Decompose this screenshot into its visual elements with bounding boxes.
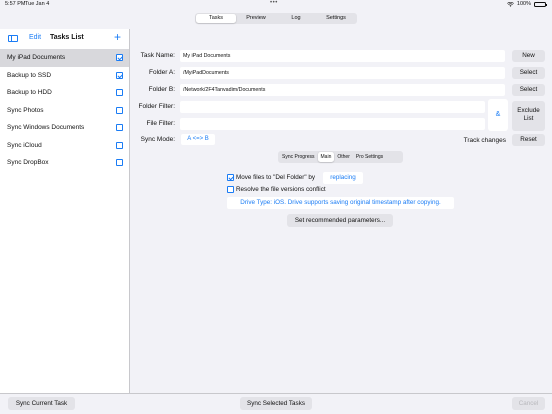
- task-name-field[interactable]: My iPad Documents: [180, 50, 505, 62]
- reset-button[interactable]: Reset: [512, 134, 545, 146]
- cancel-button[interactable]: Cancel: [512, 397, 545, 410]
- filter-operator-button[interactable]: &: [488, 99, 508, 131]
- exclude-list-line2: List: [523, 115, 534, 122]
- tab-settings[interactable]: Settings: [316, 14, 356, 23]
- folder-a-field[interactable]: /MyiPadDocuments: [180, 67, 505, 79]
- edit-button[interactable]: Edit: [29, 34, 41, 41]
- sidebar-title: Tasks List: [50, 34, 84, 41]
- track-changes-label: Track changes: [463, 137, 506, 144]
- move-files-checkbox[interactable]: [227, 174, 234, 181]
- tab-main[interactable]: Main: [317, 152, 335, 162]
- sync-selected-tasks-button[interactable]: Sync Selected Tasks: [240, 397, 312, 410]
- task-checkbox[interactable]: [116, 89, 123, 96]
- resolve-conflict-option[interactable]: Resolve the file versions conflict: [227, 186, 326, 193]
- tab-other[interactable]: Other: [334, 152, 353, 162]
- task-item-label: Backup to HDD: [7, 89, 52, 97]
- exclude-list-button[interactable]: Exclude List: [512, 101, 545, 131]
- folder-filter-field[interactable]: [180, 101, 485, 113]
- folder-a-label: Folder A:: [148, 69, 175, 76]
- sidebar-toggle-icon[interactable]: [8, 35, 18, 42]
- drive-type-info: Drive Type: iOS. Drive supports saving o…: [227, 197, 454, 209]
- bottom-toolbar: Sync Current Task Sync Selected Tasks Ca…: [0, 393, 552, 414]
- sync-mode-button[interactable]: A <=> B: [181, 134, 215, 145]
- battery-percent: 100%: [516, 1, 531, 7]
- task-list: My iPad Documents Backup to SSD Backup t…: [0, 49, 129, 172]
- exclude-list-line1: Exclude: [517, 107, 540, 114]
- move-files-label: Move files to "Del Folder" by: [236, 174, 316, 181]
- sidebar: Edit Tasks List + My iPad Documents Back…: [0, 29, 130, 394]
- wifi-icon: [507, 1, 514, 7]
- tab-sync-progress[interactable]: Sync Progress: [279, 152, 318, 162]
- task-item-label: Sync Photos: [7, 106, 44, 114]
- task-item-label: Sync Windows Documents: [7, 124, 85, 132]
- select-folder-a-button[interactable]: Select: [512, 67, 545, 79]
- folder-filter-label: Folder Filter:: [138, 103, 175, 110]
- options-tabs: Sync Progress Main Other Pro Settings: [278, 151, 403, 163]
- task-checkbox[interactable]: [116, 71, 123, 79]
- add-task-icon[interactable]: +: [114, 30, 121, 44]
- tab-pro-settings[interactable]: Pro Settings: [353, 152, 386, 162]
- task-item-label: Sync iCloud: [7, 141, 42, 149]
- file-filter-field[interactable]: [180, 118, 485, 130]
- replacing-button[interactable]: replacing: [323, 172, 363, 184]
- sync-mode-label: Sync Mode:: [140, 136, 175, 143]
- task-item-sync-icloud[interactable]: Sync iCloud: [0, 137, 129, 155]
- task-checkbox[interactable]: [116, 54, 123, 61]
- multitasking-dots-icon[interactable]: •••: [270, 0, 278, 6]
- folder-b-field[interactable]: /Network/2F4Tanvadim/Documents: [180, 84, 505, 96]
- main-tabs: Tasks Preview Log Settings: [195, 13, 357, 24]
- file-filter-label: File Filter:: [146, 120, 175, 127]
- task-item-label: My iPad Documents: [7, 54, 66, 62]
- tab-preview[interactable]: Preview: [236, 14, 276, 23]
- new-task-button[interactable]: New: [512, 50, 545, 62]
- folder-b-label: Folder B:: [148, 86, 175, 93]
- task-checkbox[interactable]: [116, 106, 123, 114]
- resolve-conflict-label: Resolve the file versions conflict: [236, 186, 326, 193]
- select-folder-b-button[interactable]: Select: [512, 84, 545, 96]
- battery-icon: [534, 1, 547, 7]
- task-item-sync-windows-documents[interactable]: Sync Windows Documents: [0, 119, 129, 137]
- task-item-label: Sync DropBox: [7, 159, 49, 167]
- task-checkbox[interactable]: [116, 159, 123, 166]
- task-item-sync-dropbox[interactable]: Sync DropBox: [0, 154, 129, 172]
- task-item-backup-to-hdd[interactable]: Backup to HDD: [0, 84, 129, 102]
- sync-current-task-button[interactable]: Sync Current Task: [8, 397, 75, 410]
- task-name-label: Task Name:: [140, 52, 175, 59]
- task-item-my-ipad-documents[interactable]: My iPad Documents: [0, 49, 129, 67]
- sidebar-header: Edit Tasks List +: [0, 29, 129, 49]
- set-recommended-button[interactable]: Set recommended parameters...: [287, 214, 393, 227]
- status-bar: 5:57 PM Tue Jan 4 ••• 100%: [0, 0, 552, 9]
- resolve-conflict-checkbox[interactable]: [227, 186, 234, 193]
- task-item-backup-to-ssd[interactable]: Backup to SSD: [0, 67, 129, 85]
- tab-tasks[interactable]: Tasks: [196, 14, 236, 23]
- task-checkbox[interactable]: [116, 141, 123, 149]
- task-item-label: Backup to SSD: [7, 71, 52, 79]
- task-checkbox[interactable]: [116, 124, 123, 131]
- status-date: Tue Jan 4: [25, 1, 50, 7]
- status-time: 5:57 PM: [5, 1, 26, 7]
- tab-log[interactable]: Log: [276, 14, 316, 23]
- move-files-option[interactable]: Move files to "Del Folder" by: [227, 174, 315, 181]
- task-item-sync-photos[interactable]: Sync Photos: [0, 102, 129, 120]
